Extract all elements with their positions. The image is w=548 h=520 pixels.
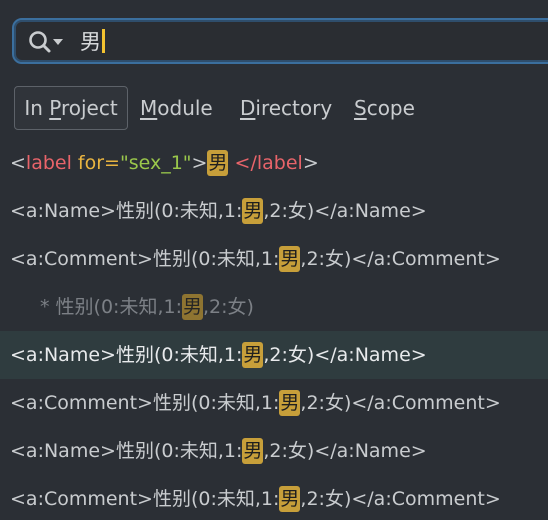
result-text-before: * 性别(0:未知,1: (40, 296, 182, 318)
result-text-after: ,2:女)</a:Comment> (300, 248, 501, 270)
tab-label: Directory (240, 96, 333, 120)
mnemonic-letter: M (140, 96, 158, 120)
result-text-after: ,2:女)</a:Comment> (300, 488, 501, 510)
result-row[interactable]: <a:Comment>性别(0:未知,1:男,2:女)</a:Comment> (0, 379, 548, 427)
tag-close-bracket: > (191, 152, 208, 174)
mnemonic-letter: P (49, 96, 61, 120)
attribute-name: for= (71, 152, 120, 174)
search-query: 男 (80, 30, 101, 54)
result-text-after: ,2:女)</a:Name> (263, 440, 427, 462)
result-text-before: <a:Comment>性别(0:未知,1: (10, 392, 280, 414)
result-row[interactable]: <a:Name>性别(0:未知,1:男,2:女)</a:Name> (0, 427, 548, 475)
tab-module[interactable]: Module (140, 86, 213, 130)
match-highlight: 男 (207, 150, 229, 176)
search-field[interactable]: 男 (12, 18, 548, 64)
result-text-after: ,2:女) (203, 296, 254, 318)
end-tag-bracket: > (302, 152, 319, 174)
match-highlight: 男 (242, 198, 264, 224)
result-row[interactable]: <a:Comment>性别(0:未知,1:男,2:女)</a:Comment> (0, 475, 548, 520)
tab-scope[interactable]: Scope (354, 86, 415, 130)
tab-label: Module (140, 96, 213, 120)
match-highlight: 男 (279, 486, 301, 512)
match-highlight: 男 (242, 438, 264, 464)
tag-name: label (25, 152, 72, 174)
match-highlight: 男 (242, 342, 264, 368)
match-highlight: 男 (181, 294, 203, 320)
result-row[interactable]: <label for="sex_1">男 </label> (0, 139, 548, 187)
result-row[interactable]: * 性别(0:未知,1:男,2:女) (0, 283, 548, 331)
result-text-before: <a:Comment>性别(0:未知,1: (10, 488, 280, 510)
mnemonic-letter: S (354, 96, 367, 120)
tab-directory[interactable]: Directory (240, 86, 332, 130)
result-row-selected[interactable]: <a:Name>性别(0:未知,1:男,2:女)</a:Name> (0, 331, 548, 379)
match-highlight: 男 (279, 390, 301, 416)
result-text-before: <a:Name>性别(0:未知,1: (10, 200, 243, 222)
tab-label: In Project (24, 96, 118, 120)
tab-label: Scope (354, 96, 415, 120)
end-tag-name: </label (234, 152, 303, 174)
attribute-value: "sex_1" (119, 152, 192, 174)
tab-in-project[interactable]: In Project (14, 86, 128, 130)
result-row[interactable]: <a:Comment>性别(0:未知,1:男,2:女)</a:Comment> (0, 235, 548, 283)
text-caret (102, 29, 105, 53)
mnemonic-letter: D (240, 96, 256, 120)
result-text-after: ,2:女)</a:Comment> (300, 392, 501, 414)
result-text-before: <a:Name>性别(0:未知,1: (10, 344, 243, 366)
result-row[interactable]: <a:Name>性别(0:未知,1:男,2:女)</a:Name> (0, 187, 548, 235)
result-text-after: ,2:女)</a:Name> (263, 200, 427, 222)
search-input[interactable]: 男 (80, 26, 105, 58)
result-text-after: ,2:女)</a:Name> (263, 344, 427, 366)
match-highlight: 男 (279, 246, 301, 272)
tag-open-bracket: < (10, 152, 26, 174)
results-list: <label for="sex_1">男 </label> <a:Name>性别… (0, 139, 548, 520)
result-text-before: <a:Comment>性别(0:未知,1: (10, 248, 280, 270)
find-in-path-popup: 男 In Project Module Directory Scope <lab… (0, 0, 548, 520)
search-icon[interactable] (26, 28, 70, 56)
result-rows: <a:Name>性别(0:未知,1:男,2:女)</a:Name> <a:Comm… (0, 187, 548, 520)
result-text-before: <a:Name>性别(0:未知,1: (10, 440, 243, 462)
